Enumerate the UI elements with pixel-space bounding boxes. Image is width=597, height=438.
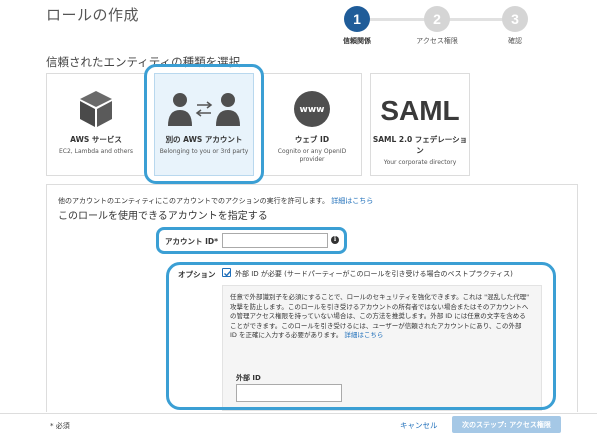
panel-info-text: 他のアカウントのエンティティにこのアカウントでのアクションの実行を許可します。 … [58,196,373,206]
entity-card-web-identity[interactable]: www ウェブ ID Cognito or any OpenID provide… [262,73,362,176]
www-icon-text: www [300,105,325,115]
step-2[interactable]: 2 アクセス権限 [407,6,467,46]
info-icon[interactable]: i [331,236,339,244]
card-title: ウェブ ID [294,135,330,144]
step-label: 信頼関係 [343,37,371,45]
page-title: ロールの作成 [46,6,140,24]
entity-card-aws-service[interactable]: AWS サービス EC2, Lambda and others [46,73,146,176]
entity-card-saml-federation[interactable]: SAML SAML 2.0 フェデレーション Your corporate di… [370,73,470,176]
learn-more-link[interactable]: 詳細はこちら [331,197,373,205]
card-title: AWS サービス [70,135,122,144]
checkmark-icon [224,270,232,277]
external-id-description: 任意で外部識別子を必須にすることで、ロールのセキュリティを強化できます。これは … [230,293,530,341]
saml-logo-icon: SAML [380,95,459,126]
require-external-id-text: 外部 ID が必要 (サードパーティーがこのロールを引き受ける場合のベストプラク… [235,270,513,278]
card-title: 別の AWS アカウント [165,135,243,144]
step-label: 確認 [508,37,522,45]
account-id-input[interactable] [222,233,328,248]
step-3[interactable]: 3 確認 [485,6,545,46]
step-number: 3 [502,6,528,32]
www-globe-icon: www [294,91,330,127]
next-step-button[interactable]: 次のステップ: アクセス権限 [452,416,561,433]
step-number: 2 [424,6,450,32]
card-subtitle: EC2, Lambda and others [59,148,133,155]
step-number: 1 [344,6,370,32]
two-users-icon [168,93,240,126]
info-text: 他のアカウントのエンティティにこのアカウントでのアクションの実行を許可します。 [58,197,329,205]
cancel-button[interactable]: キャンセル [400,420,438,431]
entity-type-heading: 信頼されたエンティティの種類を選択 [46,55,241,69]
card-subtitle: Your corporate directory [383,159,457,166]
wizard-stepper: 1 信頼関係 2 アクセス権限 3 確認 [335,6,545,56]
external-id-label: 外部 ID [236,374,261,382]
card-subtitle: Belonging to you or 3rd party [159,148,249,155]
step-1[interactable]: 1 信頼関係 [327,6,387,46]
saml-logo-text: SAML [380,95,459,126]
external-id-input[interactable] [236,384,342,402]
options-label: オプション [178,270,216,279]
entity-card-another-aws-account[interactable]: 別の AWS アカウント Belonging to you or 3rd par… [154,73,254,176]
require-external-id-checkbox[interactable] [222,268,232,277]
aws-service-cube-icon [80,91,112,127]
card-subtitle: Cognito or any OpenID provider [277,148,347,163]
external-id-learn-more-link[interactable]: 詳細はこちら [344,331,383,339]
card-title: SAML 2.0 フェデレーション [372,135,468,155]
step-label: アクセス権限 [416,37,458,45]
panel-heading: このロールを使用できるアカウントを指定する [58,211,268,222]
required-note: * 必須 [50,422,70,430]
account-id-label: アカウント ID* [165,237,219,246]
